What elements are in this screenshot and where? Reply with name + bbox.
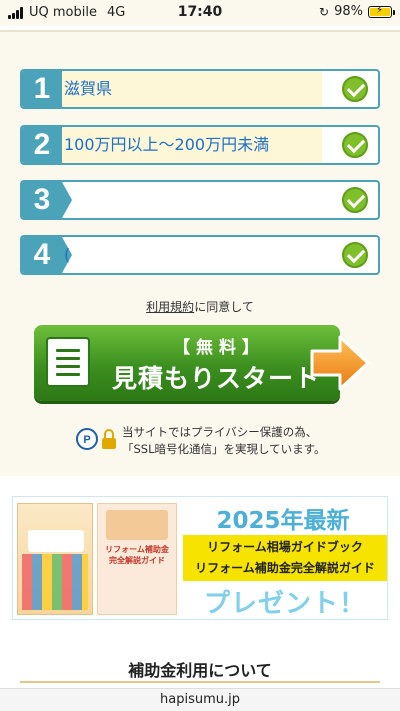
terms-link[interactable]: 利用規約 [146,300,194,314]
step-1-prefecture[interactable]: 1 滋賀県 [20,69,380,109]
step-number: 2 [22,127,72,163]
step-2-budget[interactable]: 2 100万円以上〜200万円未満 [20,125,380,165]
step-number: 1 [22,71,72,107]
step-value: 100万円以上〜200万円未満 [62,127,322,163]
banner-guide-2: リフォーム補助金完全解説ガイド [195,561,375,575]
ssl-line-1: 当サイトではプライバシー保護の為、 [122,425,318,439]
banner-guide-1: リフォーム相場ガイドブック [207,540,363,554]
section-title: 補助金利用について [128,661,272,680]
step-number: 3 [22,182,72,218]
step-value: 滋賀県 [62,71,322,107]
book2-title: リフォーム補助金完全解説ガイド [105,545,169,565]
subsidy-guide-image: リフォーム補助金完全解説ガイド [97,503,177,615]
cta-free-label: 【 無 料 】 [173,338,259,358]
battery-icon: ⚡ [368,5,395,18]
step-4-field[interactable]: 4 ( [20,235,380,275]
section-divider [20,681,380,683]
step-3-field[interactable]: 3 [20,180,380,220]
step-number: 4 [22,237,72,273]
cta-main-label: 見積もりスタート [111,364,320,393]
check-icon [342,187,368,213]
document-icon [46,337,90,387]
check-icon [342,76,368,102]
step-value [62,182,322,218]
banner-guides: リフォーム相場ガイドブック リフォーム補助金完全解説ガイド [183,535,387,581]
arrow-right-icon [310,335,370,391]
status-bar: UQ mobile 4G 17:40 ↻ 98% ⚡ [0,0,400,26]
guidebook-banner[interactable]: リフォーム補助金完全解説ガイド 2025年最新 リフォーム相場ガイドブック リフ… [12,496,388,620]
banner-present: プレゼント！ [203,589,366,619]
check-icon [342,242,368,268]
terms-suffix: に同意して [194,300,254,314]
terms-agreement: 利用規約に同意して [0,298,400,315]
step-value: ( [64,245,71,264]
reform-guidebook-image [17,503,93,615]
svg-text:P: P [83,434,90,446]
rotation-lock-icon: ↻ [319,4,330,19]
battery-percent: 98% [334,4,363,19]
estimate-form: 1 滋賀県 2 100万円以上〜200万円未満 3 4 ( [0,30,400,476]
ssl-line-2: 「SSL暗号化通信」を実現しています。 [122,442,326,456]
url-bar[interactable]: hapisumu.jp [0,688,400,711]
check-icon [342,132,368,158]
banner-headline: 2025年最新 [216,508,350,534]
start-estimate-button[interactable]: 【 無 料 】 見積もりスタート [34,325,340,401]
privacy-lock-icon: P [76,428,116,450]
